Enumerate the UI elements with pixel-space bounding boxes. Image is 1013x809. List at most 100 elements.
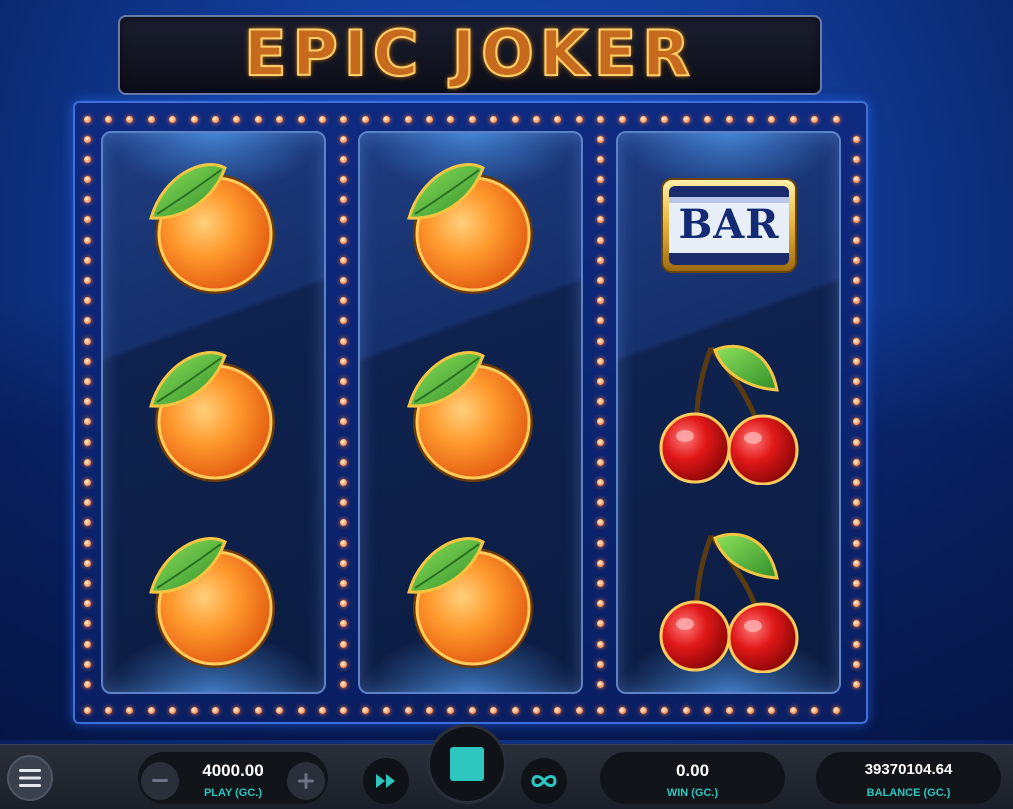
marquee-bulb	[83, 398, 91, 406]
marquee-bulb	[852, 640, 860, 648]
marquee-bulb	[811, 706, 819, 714]
marquee-bulb	[852, 377, 860, 385]
infinity-icon	[531, 775, 557, 787]
marquee-bulb	[339, 519, 347, 527]
play-value: 4000.00	[202, 761, 264, 780]
marquee-bulb	[318, 115, 326, 123]
marquee-bulb	[276, 706, 284, 714]
marquee-bulb	[339, 478, 347, 486]
control-bar: 4000.00 PLAY (GC.) 0.00 WIN (GC.) 393701…	[0, 724, 1013, 809]
marquee-bulb	[596, 337, 604, 345]
marquee-bulb	[596, 579, 604, 587]
marquee-bulb	[83, 478, 91, 486]
marquee-bulb	[83, 620, 91, 628]
marquee-bulb	[83, 458, 91, 466]
marquee-bulb	[852, 579, 860, 587]
marquee-bulb	[852, 418, 860, 426]
marquee-bulb	[339, 620, 347, 628]
marquee-bulb	[339, 276, 347, 284]
marquee-bulb	[83, 680, 91, 688]
marquee-bulb	[725, 706, 733, 714]
decrease-stake-button[interactable]	[141, 762, 179, 800]
spin-stop-button[interactable]	[427, 724, 507, 804]
marquee-bulb	[297, 706, 305, 714]
marquee-bulb	[490, 706, 498, 714]
marquee-bulb	[361, 706, 369, 714]
play-label: PLAY (GC.)	[203, 787, 263, 799]
marquee-bulb	[596, 317, 604, 325]
marquee-bulb	[852, 499, 860, 507]
marquee-bulb	[554, 706, 562, 714]
marquee-bulb	[83, 600, 91, 608]
marquee-bulb	[596, 620, 604, 628]
marquee-bulb	[276, 115, 284, 123]
marquee-bulb	[339, 600, 347, 608]
marquee-bulb	[511, 706, 519, 714]
marquee-bulb	[83, 256, 91, 264]
marquee-bulb	[447, 115, 455, 123]
balance-value: 39370104.64	[864, 761, 953, 778]
cherry-icon	[659, 344, 799, 485]
minus-icon	[152, 779, 168, 782]
marquee-bulb	[233, 115, 241, 123]
marquee-bulb	[83, 559, 91, 567]
marquee-bulb	[789, 115, 797, 123]
marquee-bulb	[339, 357, 347, 365]
marquee-bulb	[339, 135, 347, 143]
marquee-bulb	[339, 640, 347, 648]
bar-label: BAR	[678, 201, 780, 248]
marquee-bulb	[575, 115, 583, 123]
marquee-bulb	[104, 706, 112, 714]
marquee-bulb	[811, 115, 819, 123]
orange-icon	[149, 163, 275, 294]
marquee-bulb	[852, 196, 860, 204]
marquee-bulb	[596, 216, 604, 224]
marquee-bulb	[532, 706, 540, 714]
marquee-bulb	[789, 706, 797, 714]
marquee-bulb	[596, 357, 604, 365]
marquee-bulb	[404, 706, 412, 714]
turbo-button[interactable]	[363, 758, 409, 804]
marquee-bulb	[596, 377, 604, 385]
marquee-bulb	[190, 115, 198, 123]
stop-square-icon	[450, 747, 484, 781]
marquee-bulb	[596, 196, 604, 204]
marquee-bulb	[404, 115, 412, 123]
marquee-bulb	[768, 706, 776, 714]
marquee-bulb	[596, 640, 604, 648]
marquee-bulb	[832, 115, 840, 123]
autoplay-button[interactable]	[521, 758, 567, 804]
menu-button[interactable]	[7, 755, 53, 801]
marquee-bulb	[254, 115, 262, 123]
marquee-bulb	[83, 706, 91, 714]
marquee-bulb	[682, 115, 690, 123]
marquee-bulb	[852, 216, 860, 224]
marquee-bulb	[339, 539, 347, 547]
marquee-bulb	[83, 135, 91, 143]
marquee-bulb	[339, 660, 347, 668]
marquee-bulb	[596, 519, 604, 527]
marquee-bulb	[339, 297, 347, 305]
marquee-bulb	[83, 519, 91, 527]
marquee-bulb	[447, 706, 455, 714]
win-label: WIN (GC.)	[666, 787, 719, 799]
marquee-bulb	[596, 680, 604, 688]
marquee-bulb	[147, 706, 155, 714]
marquee-bulb	[254, 706, 262, 714]
increase-stake-button[interactable]	[287, 762, 325, 800]
marquee-bulb	[383, 115, 391, 123]
fast-forward-icon	[376, 774, 395, 788]
marquee-bulb	[490, 115, 498, 123]
marquee-bulb	[596, 600, 604, 608]
marquee-bulb	[852, 398, 860, 406]
marquee-bulb	[169, 706, 177, 714]
marquee-bulb	[852, 256, 860, 264]
marquee-bulb	[852, 155, 860, 163]
marquee-bulb	[83, 660, 91, 668]
marquee-bulb	[339, 236, 347, 244]
cherry-icon	[659, 532, 799, 673]
marquee-bulb	[596, 478, 604, 486]
marquee-bulb	[339, 155, 347, 163]
marquee-bulb	[596, 438, 604, 446]
marquee-bulb	[596, 499, 604, 507]
